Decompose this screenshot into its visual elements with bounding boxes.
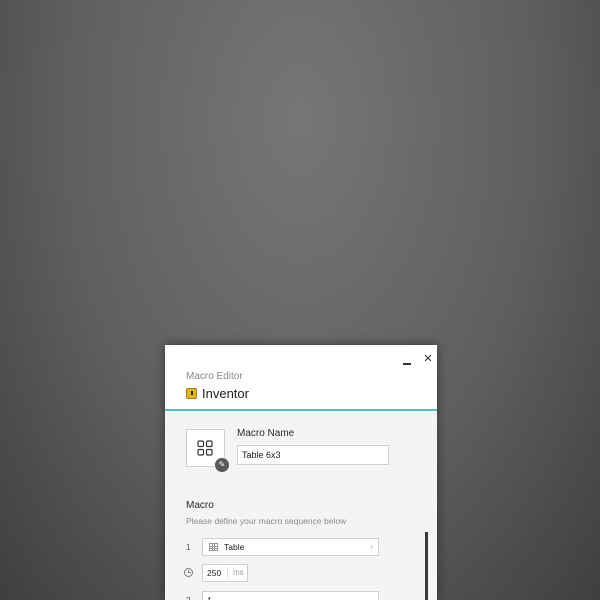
- scrollbar[interactable]: [425, 532, 428, 600]
- table-icon: [209, 543, 218, 551]
- minimize-icon[interactable]: [398, 350, 416, 368]
- step-number: 1: [186, 542, 191, 552]
- step-label: f: [208, 595, 211, 600]
- macro-name-label: Macro Name: [237, 428, 295, 439]
- macro-editor-window: × Macro Editor Inventor ✎ Macro Name Mac…: [165, 345, 437, 600]
- delay-unit: ms: [233, 568, 244, 577]
- macro-section-title: Macro: [186, 500, 214, 511]
- close-icon[interactable]: ×: [419, 350, 437, 368]
- divider: [227, 567, 228, 579]
- window-subtitle: Macro Editor: [186, 371, 243, 382]
- macro-step-key[interactable]: f ⌄: [202, 591, 379, 600]
- chevron-down-icon: ⌄: [366, 594, 374, 600]
- delay-field[interactable]: 250 ms: [202, 564, 248, 582]
- title-bar: × Macro Editor Inventor: [165, 345, 437, 411]
- chevron-right-icon: ›: [370, 541, 373, 551]
- clock-icon: [184, 568, 193, 577]
- pencil-icon[interactable]: ✎: [214, 457, 230, 473]
- delay-value: 250: [207, 568, 222, 578]
- app-icon: [186, 388, 197, 399]
- app-name: Inventor: [202, 386, 249, 401]
- macro-step-table[interactable]: Table ›: [202, 538, 379, 556]
- step-number: 2: [186, 595, 191, 600]
- macro-name-input[interactable]: [237, 445, 389, 465]
- macro-section-hint: Please define your macro sequence below: [186, 516, 347, 526]
- step-label: Table: [224, 542, 245, 552]
- grid-icon: [197, 440, 213, 456]
